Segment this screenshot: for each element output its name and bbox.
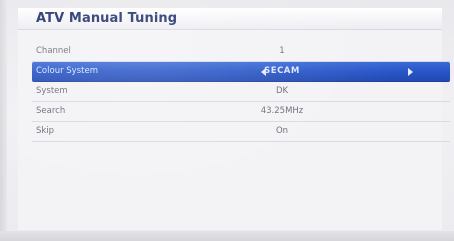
setting-value: On: [275, 126, 289, 136]
menu-title: ATV Manual Tuning: [36, 11, 178, 26]
setting-row-search[interactable]: Search 43.25MHz: [32, 102, 450, 122]
title-bar: ATV Manual Tuning: [18, 8, 442, 30]
setting-row-colour-system[interactable]: Colour System SECAM: [32, 62, 450, 82]
setting-label: Skip: [36, 126, 55, 136]
setting-row-channel[interactable]: Channel 1: [32, 42, 450, 62]
triangle-right-icon[interactable]: [408, 68, 413, 76]
setting-value: 43.25MHz: [260, 106, 304, 116]
setting-label: System: [36, 86, 68, 96]
tv-screen: ATV Manual Tuning Channel 1 Colour Syste…: [0, 0, 454, 241]
atv-manual-tuning-panel: ATV Manual Tuning Channel 1 Colour Syste…: [18, 8, 450, 230]
setting-label: Channel: [36, 46, 71, 56]
setting-value: SECAM: [264, 66, 300, 76]
setting-row-skip[interactable]: Skip On: [32, 122, 450, 142]
setting-row-system[interactable]: System DK: [32, 82, 450, 102]
setting-label: Search: [36, 106, 66, 116]
screen-edge-left: [0, 0, 7, 241]
screen-edge-bottom: [0, 231, 454, 241]
setting-label: Colour System: [36, 66, 98, 76]
setting-value: 1: [279, 46, 285, 56]
settings-list: Channel 1 Colour System SECAM System DK …: [32, 42, 450, 142]
setting-value: DK: [275, 86, 289, 96]
